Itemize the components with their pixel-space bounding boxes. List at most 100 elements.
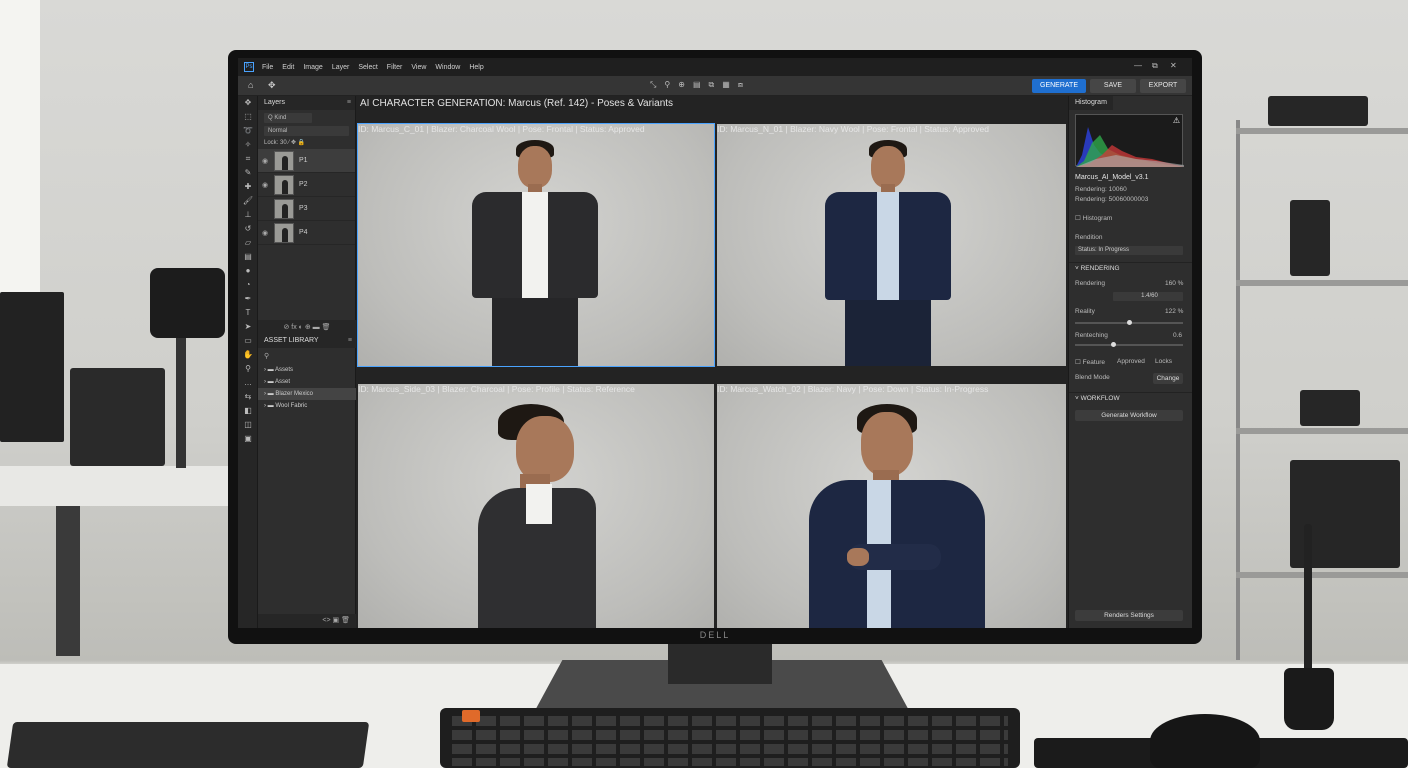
warning-icon: ⚠ [1172,116,1180,125]
eye-icon[interactable]: ◉ [262,229,272,237]
search-icon[interactable]: ⚲ [264,352,350,360]
lasso-tool-icon[interactable]: ➰ [238,124,258,138]
magic-wand-icon[interactable]: ✧ [238,138,258,152]
frame-icon[interactable]: ▤ [693,80,701,90]
render-tile-1[interactable] [357,123,715,367]
rendering-section-header[interactable]: ˅ RENDERING [1069,262,1192,274]
color-swatch-icon[interactable]: ◧ [238,404,258,418]
marquee-tool-icon[interactable]: ⬚ [238,110,258,124]
hand-tool-icon[interactable]: ✋ [238,348,258,362]
menu-view[interactable]: View [411,64,426,71]
arrange-icon[interactable]: ⧈ [738,80,743,90]
generate-workflow-button[interactable]: Generate Workflow [1075,410,1183,421]
stamp-tool-icon[interactable]: ⊥ [238,208,258,222]
properties-panel: Histogram ⚠ Marcus_AI_Model_v3.1 Renderi… [1068,96,1192,628]
render-tile-4[interactable] [717,384,1066,628]
menu-layer[interactable]: Layer [332,64,350,71]
swap-colors-icon[interactable]: ⇆ [238,390,258,404]
panel-menu-icon[interactable]: ≡ [347,96,351,110]
more-tools-icon[interactable]: … [238,376,258,390]
asset-folder-assets[interactable]: › ▬ Assets [258,364,356,376]
zoom-in-icon[interactable]: ⊕ [678,80,685,90]
shelf-item [1300,390,1360,426]
eye-icon[interactable]: ◉ [262,157,272,165]
panel-menu-icon[interactable]: ≡ [348,334,352,348]
layer-row[interactable]: ◉ P1 [258,149,355,173]
duplicate-icon[interactable]: ⧉ [709,80,715,90]
move-tool-icon[interactable]: ✥ [238,96,258,110]
asset-folder-wool[interactable]: › ▬ Wool Fabric [258,400,356,412]
restore-icon[interactable]: ⧉ [1152,61,1158,71]
rendering2-slider[interactable] [1075,342,1183,347]
background-camera-pole [176,338,186,468]
crop-tool-icon[interactable]: ⌗ [238,152,258,166]
render-tile-2[interactable] [717,124,1066,366]
tile-label-1: ID: Marcus_C_01 | Blazer: Charcoal Wool … [358,124,645,134]
eye-icon[interactable]: ◉ [262,181,272,189]
menu-file[interactable]: File [262,64,273,71]
menu-edit[interactable]: Edit [282,64,294,71]
blend-mode-select[interactable]: Normal [264,126,349,136]
background-camera [150,268,225,338]
menu-select[interactable]: Select [358,64,377,71]
asset-folder-blazer[interactable]: › ▬ Blazer Mexico [258,388,356,400]
close-icon[interactable]: ✕ [1170,61,1177,70]
shape-tool-icon[interactable]: ▭ [238,334,258,348]
layer-row[interactable]: P3 [258,197,355,221]
path-select-icon[interactable]: ➤ [238,320,258,334]
reality-slider[interactable] [1075,320,1183,325]
tile-label-2: ID: Marcus_N_01 | Blazer: Navy Wool | Po… [717,124,989,134]
blur-icon[interactable]: ● [238,264,258,278]
history-brush-icon[interactable]: ↺ [238,222,258,236]
histogram-checkbox[interactable]: ☐ Histogram [1075,214,1112,222]
layer-row[interactable]: ◉ P2 [258,173,355,197]
histogram-tab[interactable]: Histogram [1069,96,1113,110]
rendering2-value: 0.6 [1173,332,1183,339]
render-settings-button[interactable]: Renders Settings [1075,610,1183,621]
brush-tool-icon[interactable]: 🖌 [238,194,258,208]
dodge-icon[interactable]: ◔ [238,278,258,292]
layers-tab[interactable]: Layers ≡ [258,96,355,110]
canvas-area[interactable]: AI CHARACTER GENERATION: Marcus (Ref. 14… [356,96,1068,628]
keyboard [440,708,1020,768]
transform-icon[interactable]: ⤡ [650,80,656,90]
asset-library-tab[interactable]: ASSET LIBRARY ≡ [258,334,356,348]
healing-brush-icon[interactable]: ✚ [238,180,258,194]
slider-knob[interactable] [1127,320,1132,325]
rendering-field[interactable]: 1.4/60 [1113,292,1183,301]
workflow-section-header[interactable]: ˅ WORKFLOW [1069,392,1192,404]
menu-filter[interactable]: Filter [387,64,403,71]
kind-filter-select[interactable]: Q Kind [264,113,312,123]
layer-footer-icons[interactable]: ⊘ fx ◐ ⊕ ▬ 🗑 [258,320,356,334]
type-tool-icon[interactable]: T [238,306,258,320]
layer-row[interactable]: ◉ P4 [258,221,355,245]
change-button[interactable]: Change [1153,373,1183,384]
slider-knob[interactable] [1111,342,1116,347]
asset-footer-icons[interactable]: <> ▣ 🗑 [258,614,356,628]
export-button[interactable]: EXPORT [1140,79,1186,93]
screen-mode-icon[interactable]: ▣ [238,432,258,446]
quick-mask-icon[interactable]: ◫ [238,418,258,432]
menu-image[interactable]: Image [303,64,322,71]
pen-tool-icon[interactable]: ✒ [238,292,258,306]
menu-help[interactable]: Help [469,64,483,71]
minimize-icon[interactable]: — [1134,61,1142,70]
asset-folder-asset[interactable]: › ▬ Asset [258,376,356,388]
generate-button[interactable]: GENERATE [1032,79,1086,93]
gradient-icon[interactable]: ▤ [238,250,258,264]
move-tool-icon[interactable]: ✥ [268,80,276,91]
lock-row[interactable]: Lock: 30 ⁄ ✥ 🔒 [264,139,349,146]
eraser-icon[interactable]: ▱ [238,236,258,250]
locks-tag[interactable]: Locks [1155,358,1172,365]
zoom-tool-icon[interactable]: ⚲ [238,362,258,376]
feature-checkbox[interactable]: ☐ Feature [1075,358,1105,366]
home-icon[interactable]: ⌂ [248,80,253,90]
zoom-icon[interactable]: ⚲ [664,80,670,90]
eyedropper-icon[interactable]: ✎ [238,166,258,180]
menu-window[interactable]: Window [435,64,460,71]
render-tile-3[interactable] [358,384,714,628]
status-select[interactable]: Status: In Progress [1075,246,1183,255]
save-button[interactable]: SAVE [1090,79,1136,93]
approved-tag[interactable]: Approved [1117,358,1145,365]
grid-icon[interactable]: ▦ [722,80,730,90]
